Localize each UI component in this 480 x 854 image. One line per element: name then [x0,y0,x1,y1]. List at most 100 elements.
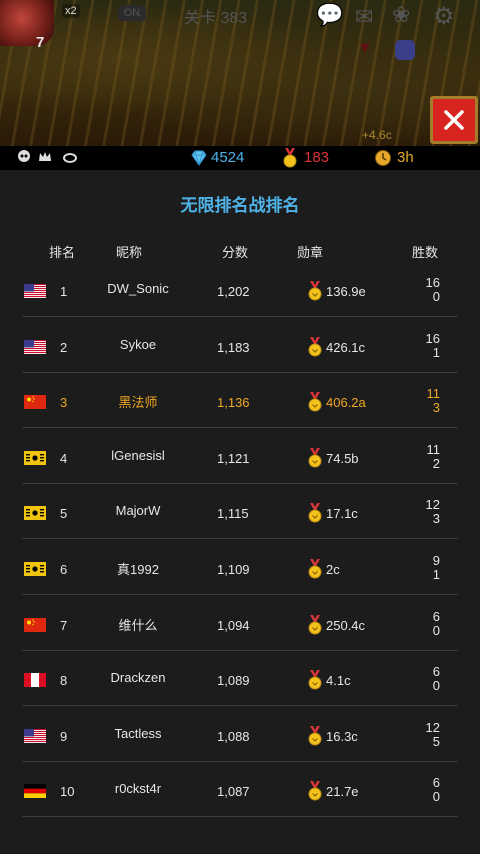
country-flag-icon [24,784,46,799]
pot-icon[interactable] [62,149,78,165]
wins-top: 9 [432,553,440,568]
medal-icon [308,725,322,751]
medal-icon [308,503,322,528]
player-name: DW_Sonic [107,281,169,296]
player-name: 黑法师 [118,395,158,411]
gear-icon[interactable]: ⚙ [433,2,455,31]
wins-bottom: 3 [432,511,440,527]
wins-top: 16 [425,275,440,290]
player-name: 维什么 [118,617,158,633]
offline-time: 3h [397,149,414,166]
medal-count: 183 [304,149,330,166]
close-button[interactable] [430,96,478,144]
diamond-icon [191,150,207,166]
rank-number: 5 [60,506,68,522]
wins-count: 16 1 [400,331,440,360]
crown-icon[interactable] [37,149,53,165]
ranking-row[interactable]: 7 维什么 1,094 250.4c 6 0 [0,596,480,651]
gem-count: 4524 [211,149,245,166]
score-value: 1,202 [217,284,250,299]
angel-icon[interactable]: ❀ [392,2,410,28]
wins-bottom: 1 [432,567,440,582]
score-value: 1,089 [217,673,250,689]
score-value: 1,136 [217,395,250,411]
ranking-row[interactable]: 9 Tactless 1,088 16.3c 12 5 [0,707,480,762]
medal-value: 426.1c [326,339,366,355]
medal-value: 16.3c [326,728,358,744]
player-name: Drackzen [110,670,166,686]
ranking-row[interactable]: 3 黑法师 1,136 406.2a 11 3 [0,373,480,429]
country-flag-icon [24,284,46,298]
medal-value: 74.5b [326,450,359,466]
auto-toggle[interactable]: ON [118,5,146,21]
player-name: lGenesisl [111,447,165,463]
medal-value: 406.2a [326,395,366,411]
player-level: 7 [36,34,45,51]
header-name: 昵称 [116,245,143,260]
score-value: 1,087 [217,784,250,800]
stage-title: 关卡 383 [184,10,248,27]
rank-number: 10 [60,784,75,800]
medal-value: 4.1c [326,673,351,689]
game-scene: 7 x2 ON 关卡 383 💬 ✉ ❀ ⚙ ▼ +4.6c [0,0,480,146]
medal-icon [308,559,322,584]
country-flag-icon [24,728,46,743]
wins-bottom: 0 [432,622,440,638]
wins-bottom: 5 [432,733,440,749]
close-icon [444,110,464,130]
medal-icon [308,392,322,417]
ranking-row[interactable]: 2 Sykoe 1,183 426.1c 16 1 [0,318,480,373]
wins-count: 16 0 [400,276,440,304]
wins-top: 6 [432,608,440,624]
score-value: 1,094 [217,617,250,633]
player-name: r0ckst4r [114,781,162,797]
row-divider [22,816,458,818]
wins-count: 60 [400,608,440,638]
wins-bottom: 0 [432,289,440,304]
ranking-row[interactable]: 4 lGenesisl 1,121 74.5b 11 2 [0,429,480,484]
wins-top: 12 [425,497,440,513]
chat-icon[interactable]: 💬 [316,2,343,28]
player-name: MajorW [115,503,161,519]
wins-count: 11 3 [400,386,441,415]
wins-top: 11 [426,441,441,457]
header-score: 分数 [222,245,249,260]
player-avatar[interactable] [0,0,54,46]
wins-top: 11 [426,386,441,402]
medal-value: 250.4c [326,617,366,633]
mail-icon[interactable]: ✉ [355,4,373,30]
wins-count: 12 3 [400,498,440,526]
pet-icon[interactable] [395,40,415,60]
ranking-row[interactable]: 6 真1992 1,109 2c 9 1 [0,540,480,595]
rank-number: 3 [60,395,68,411]
header-medal: 勋章 [297,245,324,260]
income-rate: +4.6c [362,128,392,142]
currency-bar: 4524 183 3h [0,146,480,170]
medal-icon [283,148,297,168]
medal-value: 21.7e [326,784,359,800]
score-value: 1,121 [217,450,250,466]
wins-top: 6 [432,775,440,791]
wins-bottom: 0 [432,789,440,805]
medal-value: 17.1c [326,506,358,522]
rank-number: 8 [60,673,68,689]
medal-value: 136.9e [326,284,366,299]
country-flag-icon [24,339,46,354]
ranking-row[interactable]: 1 DW_Sonic 1,202 136.9e 16 0 [0,262,480,317]
country-flag-icon [24,562,46,576]
x2-boost-badge[interactable]: x2 [62,4,80,18]
player-name: Tactless [114,725,162,741]
clock-icon [375,150,391,166]
wins-count: 11 2 [400,441,441,471]
skull-icon[interactable] [16,149,32,165]
header-wins: 胜数 [412,245,439,260]
ranking-row[interactable]: 10 r0ckst4r 1,087 21.7e 6 0 [0,762,480,818]
medal-icon [308,281,322,306]
ranking-row[interactable]: 5 MajorW 1,115 17.1c 12 3 [0,484,480,540]
ranking-row[interactable]: 8 Drackzen 1,089 4.1c 6 0 [0,651,480,707]
rank-number: 9 [60,728,68,744]
medal-icon [308,336,322,362]
dropdown-triangle-icon[interactable]: ▼ [357,40,373,58]
header-rank: 排名 [49,245,76,260]
wins-count: 91 [400,554,440,582]
